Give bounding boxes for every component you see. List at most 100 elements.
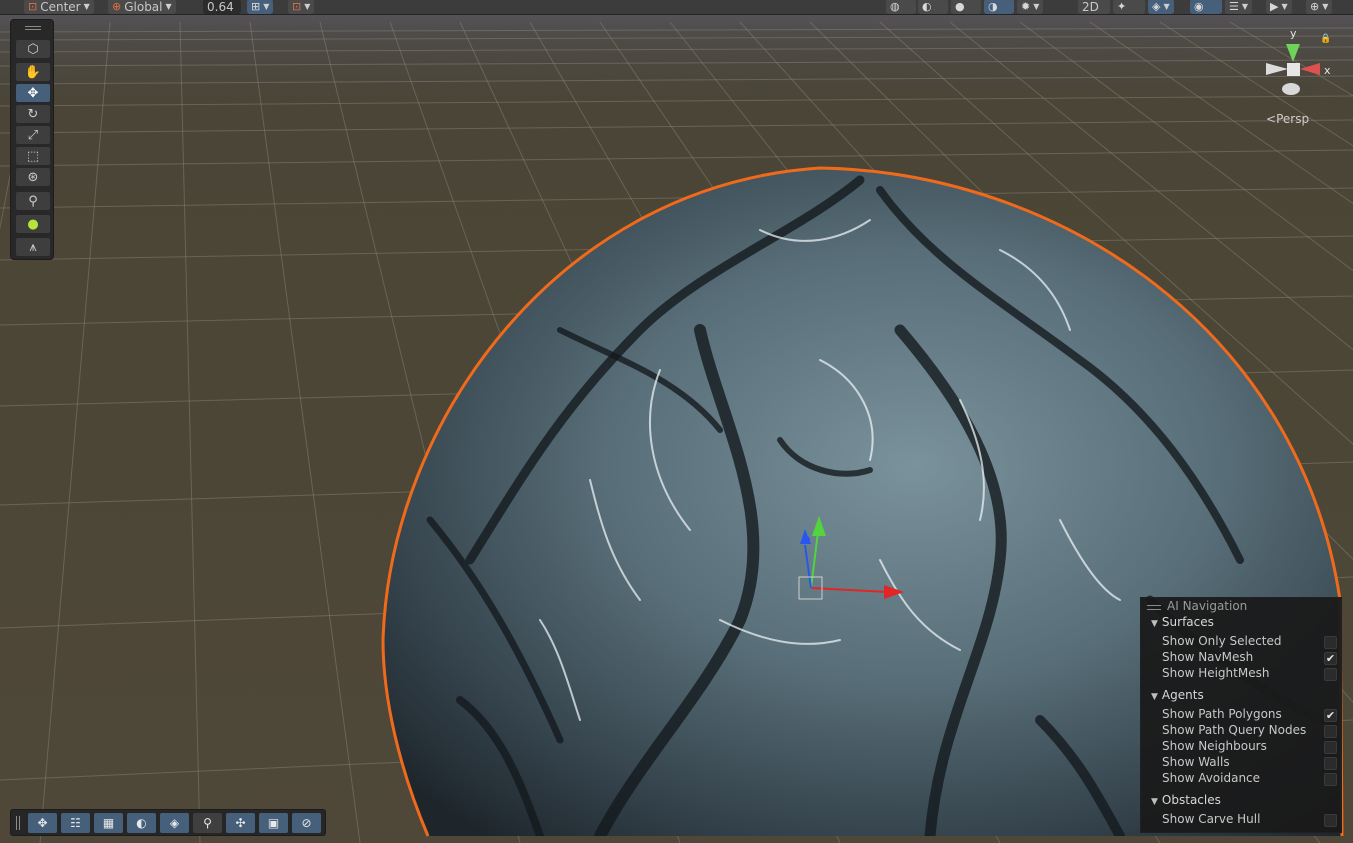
chevron-down-icon: ▼ bbox=[83, 1, 90, 11]
move-tool-button[interactable]: ✥ bbox=[16, 84, 50, 102]
chevron-down-icon: ▼ bbox=[1241, 1, 1249, 11]
rect-icon: ⬚ bbox=[26, 148, 40, 164]
grid-snap-toggle[interactable]: ⊞ ▼ bbox=[247, 0, 274, 14]
debug-draw-dropdown[interactable]: ✹ ▼ bbox=[1017, 0, 1044, 14]
view-tool-button[interactable]: ⬡ bbox=[16, 40, 50, 58]
checkbox[interactable] bbox=[1324, 725, 1337, 738]
projection-label: Persp bbox=[1276, 112, 1310, 126]
projection-toggle[interactable]: <Persp bbox=[1266, 112, 1309, 126]
toggle-show-heightmesh[interactable]: Show HeightMesh bbox=[1162, 666, 1338, 682]
ai-navigation-overlay: AI Navigation ▼ Surfaces Show Only Select… bbox=[1140, 597, 1342, 833]
toggle-show-neighbours[interactable]: Show Neighbours bbox=[1162, 739, 1338, 755]
checkbox-checked[interactable]: ✔ bbox=[1324, 709, 1337, 722]
pivot-rotation-label: Global bbox=[124, 0, 163, 14]
transform-overlay-button[interactable]: ✣ bbox=[226, 813, 255, 833]
pivot-mode-dropdown[interactable]: ⊡ Center ▼ bbox=[24, 0, 94, 14]
rect-tool-button[interactable]: ⬚ bbox=[16, 147, 50, 165]
chevron-down-icon: ▼ bbox=[165, 1, 172, 11]
section-agents[interactable]: ▼ Agents bbox=[1151, 688, 1204, 702]
search-overlay-button[interactable]: ⚲ bbox=[193, 813, 222, 833]
checkbox[interactable] bbox=[1324, 668, 1337, 681]
navmesh-tool-button[interactable]: ● bbox=[16, 215, 50, 233]
half-circle-icon: ◐ bbox=[136, 816, 147, 830]
agent-icon: ⩚ bbox=[29, 239, 37, 255]
search-icon: ⚲ bbox=[203, 816, 212, 830]
chevron-down-icon: ▼ bbox=[304, 1, 311, 11]
visibility-toggle[interactable]: ◉ bbox=[1190, 0, 1222, 14]
unlit-button[interactable]: ◑ bbox=[984, 0, 1014, 14]
section-obstacles[interactable]: ▼ Obstacles bbox=[1151, 793, 1221, 807]
camera-dropdown[interactable]: ▶ ▼ bbox=[1266, 0, 1292, 14]
drag-handle[interactable] bbox=[1147, 605, 1161, 610]
shading-overlay-button[interactable]: ◐ bbox=[127, 813, 156, 833]
lighting-icon: ✦ bbox=[1117, 0, 1127, 13]
lighting-toggle[interactable]: ✦ bbox=[1113, 0, 1145, 14]
scene-toolbar: ⊡ Center ▼ ⊕ Global ▼ 0.64 ⊞ ▼ ⊡ ▼ ◍ ◐ ●… bbox=[0, 0, 1353, 15]
rotate-icon: ↻ bbox=[27, 106, 39, 122]
shaded-button[interactable]: ● bbox=[951, 0, 981, 14]
expand-triangle-icon: ▼ bbox=[1151, 692, 1158, 702]
2d-toggle[interactable]: 2D bbox=[1078, 0, 1110, 14]
shaded-icon: ● bbox=[955, 0, 965, 13]
pivot-rotation-dropdown[interactable]: ⊕ Global ▼ bbox=[108, 0, 176, 14]
tools-overlay: ⬡ ✋ ✥ ↻ ⤢ ⬚ ⊛ ⚲ ● ⩚ bbox=[10, 19, 54, 260]
layers-icon: ◈ bbox=[169, 816, 180, 830]
grid-overlay-button[interactable]: ▦ bbox=[94, 813, 123, 833]
toggle-show-path-polygons[interactable]: Show Path Polygons ✔ bbox=[1162, 707, 1338, 723]
checkbox[interactable] bbox=[1324, 814, 1337, 827]
settings-overlay-button[interactable]: ☷ bbox=[61, 813, 90, 833]
snap-settings-icon: ⊡ bbox=[292, 0, 302, 13]
gizmos-dropdown[interactable]: ⊕ ▼ bbox=[1306, 0, 1333, 14]
drag-handle[interactable] bbox=[16, 816, 17, 830]
checkbox[interactable] bbox=[1324, 773, 1337, 786]
camera-icon: ▣ bbox=[267, 816, 280, 830]
toggle-show-path-query-nodes[interactable]: Show Path Query Nodes bbox=[1162, 723, 1338, 739]
rotate-tool-button[interactable]: ↻ bbox=[16, 105, 50, 123]
move-icon: ✥ bbox=[37, 816, 48, 830]
transform-tool-button[interactable]: ⊛ bbox=[16, 168, 50, 186]
navmesh-icon: ● bbox=[27, 216, 39, 232]
shaded-wireframe-button[interactable]: ◐ bbox=[918, 0, 948, 14]
toggle-show-navmesh[interactable]: Show NavMesh ✔ bbox=[1162, 650, 1338, 666]
chevron-down-icon: ▼ bbox=[1281, 1, 1288, 11]
snap-increment-field[interactable]: 0.64 bbox=[203, 0, 241, 14]
hand-tool-button[interactable]: ✋ bbox=[16, 63, 50, 81]
increment-snap-button[interactable]: ⊡ ▼ bbox=[288, 0, 315, 14]
section-surfaces[interactable]: ▼ Surfaces bbox=[1151, 615, 1214, 629]
shaded-wireframe-icon: ◐ bbox=[922, 0, 932, 13]
layers-dropdown[interactable]: ☰ ▼ bbox=[1225, 0, 1253, 14]
checkbox[interactable] bbox=[1324, 757, 1337, 770]
visibility-icon: ◉ bbox=[1194, 0, 1204, 13]
drag-handle[interactable] bbox=[25, 26, 41, 27]
expand-triangle-icon: ▼ bbox=[1151, 619, 1158, 629]
scale-tool-button[interactable]: ⤢ bbox=[16, 126, 50, 144]
overlay-title: AI Navigation bbox=[1167, 599, 1248, 613]
cube-icon: ⬡ bbox=[27, 41, 39, 57]
chevron-down-icon: ▼ bbox=[263, 1, 270, 11]
pivot-mode-label: Center bbox=[40, 0, 81, 14]
toggle-show-carve-hull[interactable]: Show Carve Hull bbox=[1162, 812, 1338, 828]
2d-toggle-label: 2D bbox=[1082, 0, 1099, 14]
move-overlay-button[interactable]: ✥ bbox=[28, 813, 57, 833]
grid-snap-icon: ⊞ bbox=[251, 0, 261, 13]
chevron-down-icon: ▼ bbox=[1163, 1, 1170, 11]
checkbox[interactable] bbox=[1324, 741, 1337, 754]
effects-dropdown[interactable]: ◈ ▼ bbox=[1148, 0, 1174, 14]
toggle-show-walls[interactable]: Show Walls bbox=[1162, 755, 1338, 771]
chevron-down-icon: ▼ bbox=[1322, 1, 1329, 11]
checkbox-checked[interactable]: ✔ bbox=[1324, 652, 1337, 665]
probe-tool-button[interactable]: ⩚ bbox=[16, 238, 50, 256]
custom-tool-button[interactable]: ⚲ bbox=[16, 192, 50, 210]
wireframe-button[interactable]: ◍ bbox=[886, 0, 916, 14]
camera-overlay-button[interactable]: ▣ bbox=[259, 813, 288, 833]
hand-icon: ✋ bbox=[24, 64, 42, 80]
globe-icon: ⊕ bbox=[112, 0, 122, 13]
checkbox[interactable] bbox=[1324, 636, 1337, 649]
pivot-tool-icon: ⚲ bbox=[28, 193, 38, 209]
grid-icon: ▦ bbox=[102, 816, 115, 830]
layers-overlay-button[interactable]: ◈ bbox=[160, 813, 189, 833]
toggle-show-only-selected[interactable]: Show Only Selected bbox=[1162, 634, 1338, 650]
toggle-show-avoidance[interactable]: Show Avoidance bbox=[1162, 771, 1338, 787]
compass-overlay-button[interactable]: ⊘ bbox=[292, 813, 321, 833]
lock-icon[interactable]: 🔒 bbox=[1320, 34, 1331, 44]
